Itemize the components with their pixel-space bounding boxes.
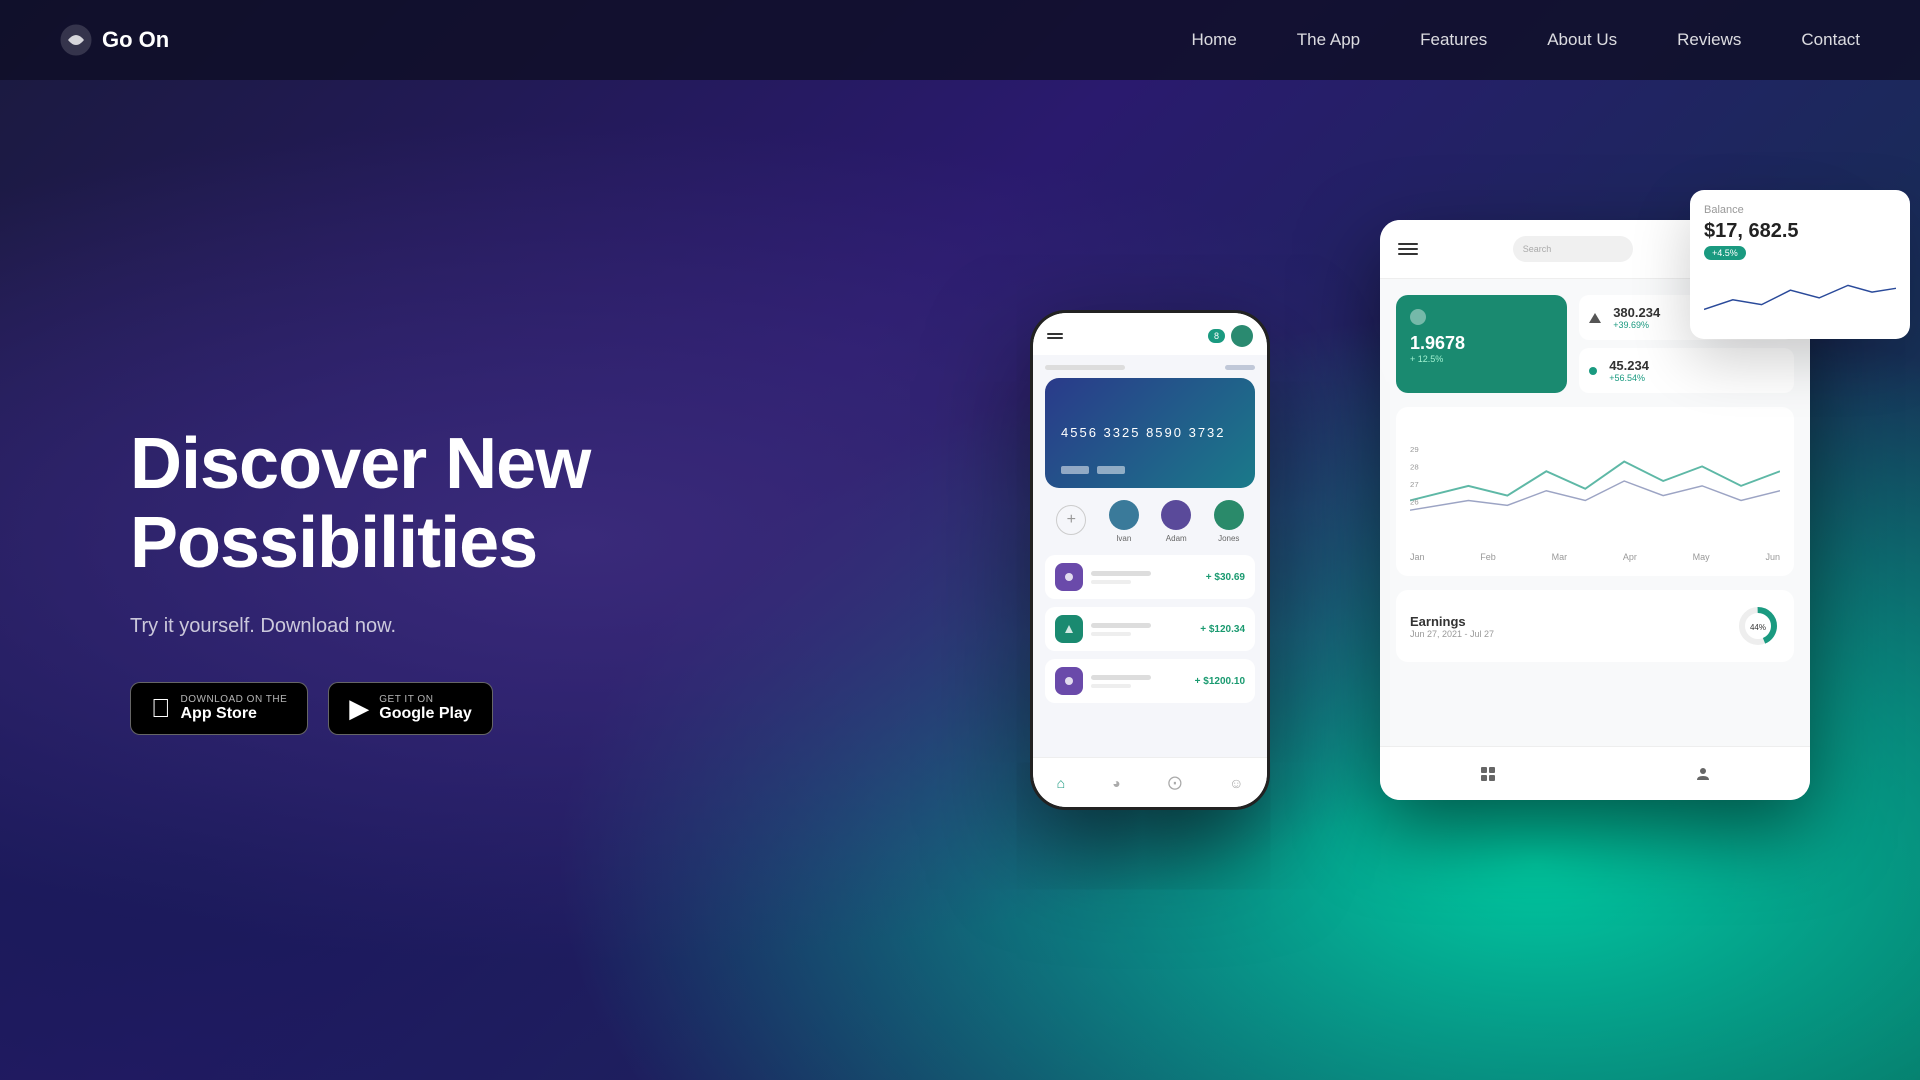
transaction-2: + $120.34 [1045,607,1255,651]
chart-labels: Jan Feb Mar Apr May Jun [1410,552,1780,562]
navbar: Go On Home The App Features About Us Rev… [0,0,1920,80]
tx-icon-1 [1055,563,1083,591]
svg-text:28: 28 [1410,462,1419,471]
phone-nav-home[interactable]: ⌂ [1057,775,1065,791]
dot-icon [1589,367,1597,375]
phone-body: 4556 3325 8590 3732 + [1033,355,1267,757]
dashboard-card: Balance $17, 682.5 +4.5% [1690,190,1910,339]
line-chart: 29 28 27 26 [1410,421,1780,541]
nav-contact[interactable]: Contact [1801,30,1860,49]
contacts-row: + Ivan Adam Jones [1045,500,1255,543]
svg-text:44%: 44% [1750,623,1766,632]
contact-jones[interactable]: Jones [1214,500,1244,543]
dashboard-mini-chart [1704,270,1896,320]
hero-text: Discover New Possibilities Try it yourse… [130,425,630,735]
logo-icon [60,24,92,56]
logo[interactable]: Go On [60,24,169,56]
svg-text:29: 29 [1410,445,1419,454]
mockup-area: Search 11 1.9678 + 12.5% [990,160,1890,1060]
hero-subtitle: Try it yourself. Download now. [130,615,630,638]
transaction-1: + $30.69 [1045,555,1255,599]
phone-mockup: 8 4556 3325 8590 3732 [1030,310,1270,810]
nav-features[interactable]: Features [1420,30,1487,49]
chart-section: 29 28 27 26 Jan Feb Mar Apr May Jun [1396,407,1794,576]
phone-nav-chart[interactable]: ◕ [1112,775,1120,791]
appstore-button[interactable]:  Download on the App Store [130,682,308,735]
svg-text:27: 27 [1410,480,1419,489]
apple-icon:  [151,693,171,724]
phone-header-right: 8 [1208,325,1253,347]
stat-card-3: 45.234 +56.54% [1579,348,1794,393]
contact-add[interactable]: + [1056,505,1086,539]
tablet-nav-grid[interactable] [1477,763,1499,785]
nav-home[interactable]: Home [1191,30,1236,49]
download-buttons:  Download on the App Store ▶ GET IT ON … [130,682,630,735]
jones-avatar [1214,500,1244,530]
hero-section: Discover New Possibilities Try it yourse… [0,80,1920,1080]
balance-top-row [1045,365,1255,370]
transaction-3: + $1200.10 [1045,659,1255,703]
contact-ivan[interactable]: Ivan [1109,500,1139,543]
nav-about-us[interactable]: About Us [1547,30,1617,49]
nav-reviews[interactable]: Reviews [1677,30,1741,49]
contact-adam[interactable]: Adam [1161,500,1191,543]
nav-links: Home The App Features About Us Reviews C… [1191,30,1860,50]
nav-the-app[interactable]: The App [1297,30,1360,49]
tablet-bottom-nav [1380,746,1810,800]
hero-title: Discover New Possibilities [130,425,630,583]
phone-notification-badge: 8 [1208,329,1225,343]
phone-avatar [1231,325,1253,347]
earnings-donut: 44% [1736,604,1780,648]
googleplay-icon: ▶ [349,693,369,724]
earnings-section: Earnings Jun 27, 2021 - Jul 27 44% [1396,590,1794,662]
adam-avatar [1161,500,1191,530]
phone-header: 8 [1033,313,1267,355]
phone-bottom-nav: ⌂ ◕ ⨀ ☺ [1033,757,1267,807]
phone-nav-user[interactable]: ☺ [1229,775,1243,791]
tx-icon-3 [1055,667,1083,695]
credit-card: 4556 3325 8590 3732 [1045,378,1255,488]
svg-text:26: 26 [1410,497,1419,506]
phone-screen: 8 4556 3325 8590 3732 [1033,313,1267,807]
add-contact-icon: + [1056,505,1086,535]
tablet-search[interactable]: Search [1513,236,1633,262]
googleplay-button[interactable]: ▶ GET IT ON Google Play [328,682,492,735]
tx-icon-2 [1055,615,1083,643]
tablet-menu-icon [1398,243,1418,255]
stat-card-main: 1.9678 + 12.5% [1396,295,1567,393]
tablet-nav-user[interactable] [1692,763,1714,785]
earnings-info: Earnings Jun 27, 2021 - Jul 27 [1410,614,1494,639]
triangle-icon [1589,313,1601,323]
phone-nav-grid[interactable]: ⨀ [1168,774,1182,791]
phone-menu-icon [1047,333,1063,339]
ivan-avatar [1109,500,1139,530]
